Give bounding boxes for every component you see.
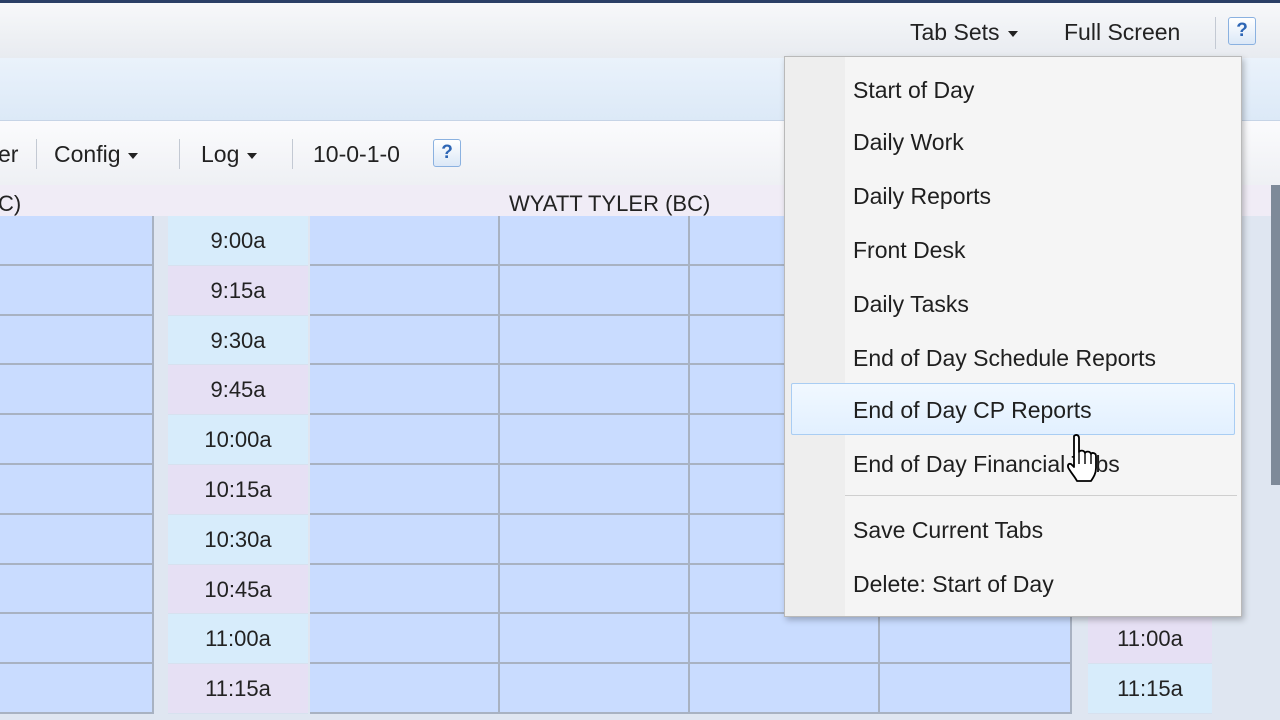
appointment-slot[interactable] xyxy=(310,415,500,465)
caret-down-icon xyxy=(128,152,139,159)
appointment-slot[interactable] xyxy=(310,664,500,714)
menu-item-daily-tasks[interactable]: Daily Tasks xyxy=(853,291,969,318)
time-slot-label: 11:15a xyxy=(1088,664,1212,714)
toolbar-item-partial[interactable]: er xyxy=(0,141,18,168)
appointment-slot[interactable] xyxy=(500,664,690,714)
appointment-slot[interactable] xyxy=(500,365,690,416)
appointment-slot[interactable] xyxy=(310,465,500,515)
menu-item-daily-work[interactable]: Daily Work xyxy=(853,129,964,156)
provider-name: WYATT TYLER (BC) xyxy=(509,191,711,216)
divider xyxy=(36,139,37,169)
menu-item-front-desk[interactable]: Front Desk xyxy=(853,237,965,264)
hand-cursor-icon xyxy=(1067,434,1097,482)
time-slot-label: 11:15a xyxy=(168,664,308,714)
appointment-slot[interactable] xyxy=(0,216,154,266)
caret-down-icon xyxy=(1007,30,1018,37)
menu-item-eod-cp-reports[interactable]: End of Day CP Reports xyxy=(853,397,1092,424)
appointment-slot[interactable] xyxy=(690,664,880,714)
appointment-slot[interactable] xyxy=(690,614,880,665)
time-slot-label: 9:30a xyxy=(168,315,308,366)
appointment-slot[interactable] xyxy=(310,514,500,565)
appointment-slot[interactable] xyxy=(500,614,690,665)
appointment-slot[interactable] xyxy=(310,564,500,615)
divider xyxy=(292,139,293,169)
appointment-slot[interactable] xyxy=(0,315,154,366)
appointment-slot[interactable] xyxy=(310,265,500,316)
version-label: 10-0-1-0 xyxy=(313,141,400,167)
help-icon[interactable]: ? xyxy=(433,139,461,167)
menu-item-daily-reports[interactable]: Daily Reports xyxy=(853,183,991,210)
divider xyxy=(179,139,180,169)
appointment-slot[interactable] xyxy=(310,614,500,665)
top-bar: Tab Sets Full Screen ? xyxy=(0,0,1280,58)
menu-item-eod-schedule-reports[interactable]: End of Day Schedule Reports xyxy=(853,345,1156,372)
appointment-slot[interactable] xyxy=(880,664,1072,714)
appointment-slot[interactable] xyxy=(500,564,690,615)
tab-sets-dropdown: Start of Day Daily Work Daily Reports Fr… xyxy=(784,56,1242,617)
appointment-slot[interactable] xyxy=(500,514,690,565)
menu-item-save-current-tabs[interactable]: Save Current Tabs xyxy=(853,517,1043,544)
log-menu-button[interactable]: Log xyxy=(201,141,258,168)
time-slot-label: 9:45a xyxy=(168,365,308,416)
time-slot-label: 9:00a xyxy=(168,216,308,266)
appointment-slot[interactable] xyxy=(310,315,500,366)
appointment-slot[interactable] xyxy=(0,465,154,515)
time-slot-label: 11:00a xyxy=(168,614,308,665)
appointment-slot[interactable] xyxy=(500,315,690,366)
tab-sets-label: Tab Sets xyxy=(910,19,1000,45)
time-slot-label: 9:15a xyxy=(168,265,308,316)
appointment-slot[interactable] xyxy=(500,415,690,465)
appointment-slot[interactable] xyxy=(0,614,154,665)
appointment-slot[interactable] xyxy=(310,216,500,266)
menu-gutter xyxy=(785,57,845,616)
appointment-slot[interactable] xyxy=(0,265,154,316)
time-slot-label: 10:45a xyxy=(168,564,308,615)
appointment-slot[interactable] xyxy=(0,415,154,465)
appointment-slot[interactable] xyxy=(500,465,690,515)
time-slot-label: 10:30a xyxy=(168,514,308,565)
provider-name-partial: C) xyxy=(0,191,22,216)
appointment-slot[interactable] xyxy=(500,216,690,266)
tab-sets-menu-button[interactable]: Tab Sets xyxy=(910,19,1018,46)
scrollbar[interactable] xyxy=(1271,185,1280,485)
config-menu-button[interactable]: Config xyxy=(54,141,139,168)
log-label: Log xyxy=(201,141,240,167)
appointment-slot[interactable] xyxy=(310,365,500,416)
appointment-slot[interactable] xyxy=(0,564,154,615)
time-slot-label: 10:15a xyxy=(168,465,308,515)
appointment-slot[interactable] xyxy=(500,265,690,316)
divider xyxy=(1215,17,1216,49)
menu-item-delete-tab-set[interactable]: Delete: Start of Day xyxy=(853,571,1054,598)
config-label: Config xyxy=(54,141,121,167)
menu-item-start-of-day[interactable]: Start of Day xyxy=(853,77,974,104)
appointment-slot[interactable] xyxy=(0,664,154,714)
appointment-slot[interactable] xyxy=(0,365,154,416)
full-screen-button[interactable]: Full Screen xyxy=(1064,19,1180,46)
help-icon[interactable]: ? xyxy=(1228,17,1256,45)
menu-divider xyxy=(845,495,1237,496)
appointment-slot[interactable] xyxy=(0,514,154,565)
appointment-slot[interactable] xyxy=(880,614,1072,665)
time-slot-label: 11:00a xyxy=(1088,614,1212,665)
time-slot-label: 10:00a xyxy=(168,415,308,465)
caret-down-icon xyxy=(247,152,258,159)
